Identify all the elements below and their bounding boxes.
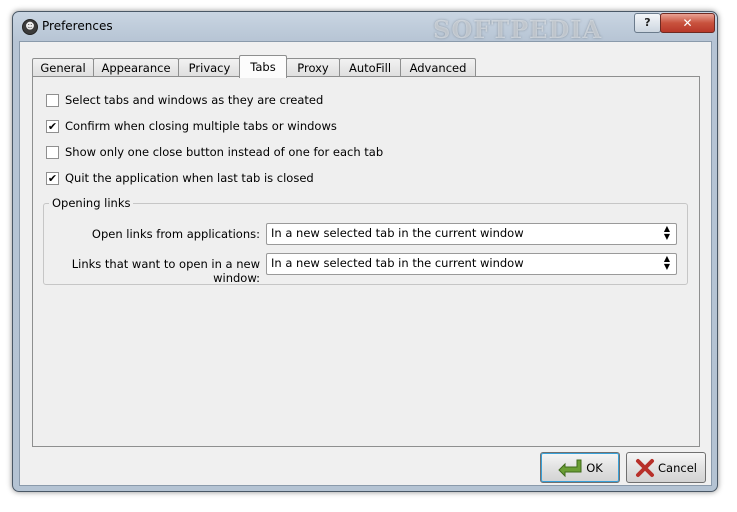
new-window-links-select[interactable]: In a new selected tab in the current win… [266, 253, 677, 275]
tabs-settings-pane: Select tabs and windows as they are crea… [32, 76, 700, 447]
window-title: Preferences [42, 19, 113, 33]
updown-arrows-icon: ▲ ▼ [663, 224, 671, 241]
dialog-body: General Appearance Privacy Tabs Proxy Au… [19, 41, 712, 486]
updown-arrows-icon: ▲ ▼ [663, 254, 671, 271]
combo-value: In a new selected tab in the current win… [271, 226, 524, 240]
open-links-from-apps-label: Open links from applications: [91, 227, 260, 241]
option-label: Confirm when closing multiple tabs or wi… [65, 119, 337, 133]
option-label: Quit the application when last tab is cl… [65, 171, 314, 185]
check-arrow-icon [558, 459, 582, 477]
group-title: Opening links [49, 196, 134, 210]
checkbox-single-close-button[interactable] [46, 145, 59, 159]
checkbox-confirm-close[interactable]: ✔ [46, 119, 59, 133]
option-single-close-button[interactable]: Show only one close button instead of on… [46, 144, 383, 160]
option-label: Select tabs and windows as they are crea… [65, 93, 324, 107]
cancel-button[interactable]: Cancel [626, 452, 706, 483]
option-confirm-close[interactable]: ✔ Confirm when closing multiple tabs or … [46, 118, 337, 134]
watermark-logo: SOFTPEDIA [433, 15, 603, 44]
tab-autofill[interactable]: AutoFill [339, 58, 401, 77]
ok-label: OK [586, 460, 603, 475]
checkbox-quit-on-last-tab[interactable]: ✔ [46, 171, 59, 185]
preferences-window: ☻ Preferences SOFTPEDIA ? ✕ General Appe… [12, 11, 718, 492]
cancel-label: Cancel [658, 460, 697, 475]
cross-icon [636, 458, 655, 477]
checkbox-select-tabs[interactable] [46, 93, 59, 107]
help-button[interactable]: ? [634, 13, 661, 33]
open-links-from-apps-select[interactable]: In a new selected tab in the current win… [266, 223, 677, 245]
ok-button[interactable]: OK [540, 452, 620, 483]
tab-general[interactable]: General [32, 58, 94, 77]
tab-proxy[interactable]: Proxy [286, 58, 340, 77]
tab-appearance[interactable]: Appearance [93, 58, 179, 77]
option-label: Show only one close button instead of on… [65, 145, 384, 159]
tab-advanced[interactable]: Advanced [400, 58, 476, 77]
combo-value: In a new selected tab in the current win… [271, 256, 524, 270]
title-bar[interactable]: ☻ Preferences SOFTPEDIA ? ✕ [13, 12, 717, 44]
tab-tabs[interactable]: Tabs [239, 55, 287, 78]
option-select-tabs[interactable]: Select tabs and windows as they are crea… [46, 92, 323, 108]
app-icon[interactable]: ☻ [22, 19, 38, 35]
tab-privacy[interactable]: Privacy [178, 58, 241, 77]
close-button[interactable]: ✕ [660, 13, 715, 33]
option-quit-on-last-tab[interactable]: ✔ Quit the application when last tab is … [46, 170, 314, 186]
new-window-links-label: Links that want to open in a new window: [71, 257, 260, 285]
opening-links-group: Opening links Open links from applicatio… [43, 196, 688, 285]
